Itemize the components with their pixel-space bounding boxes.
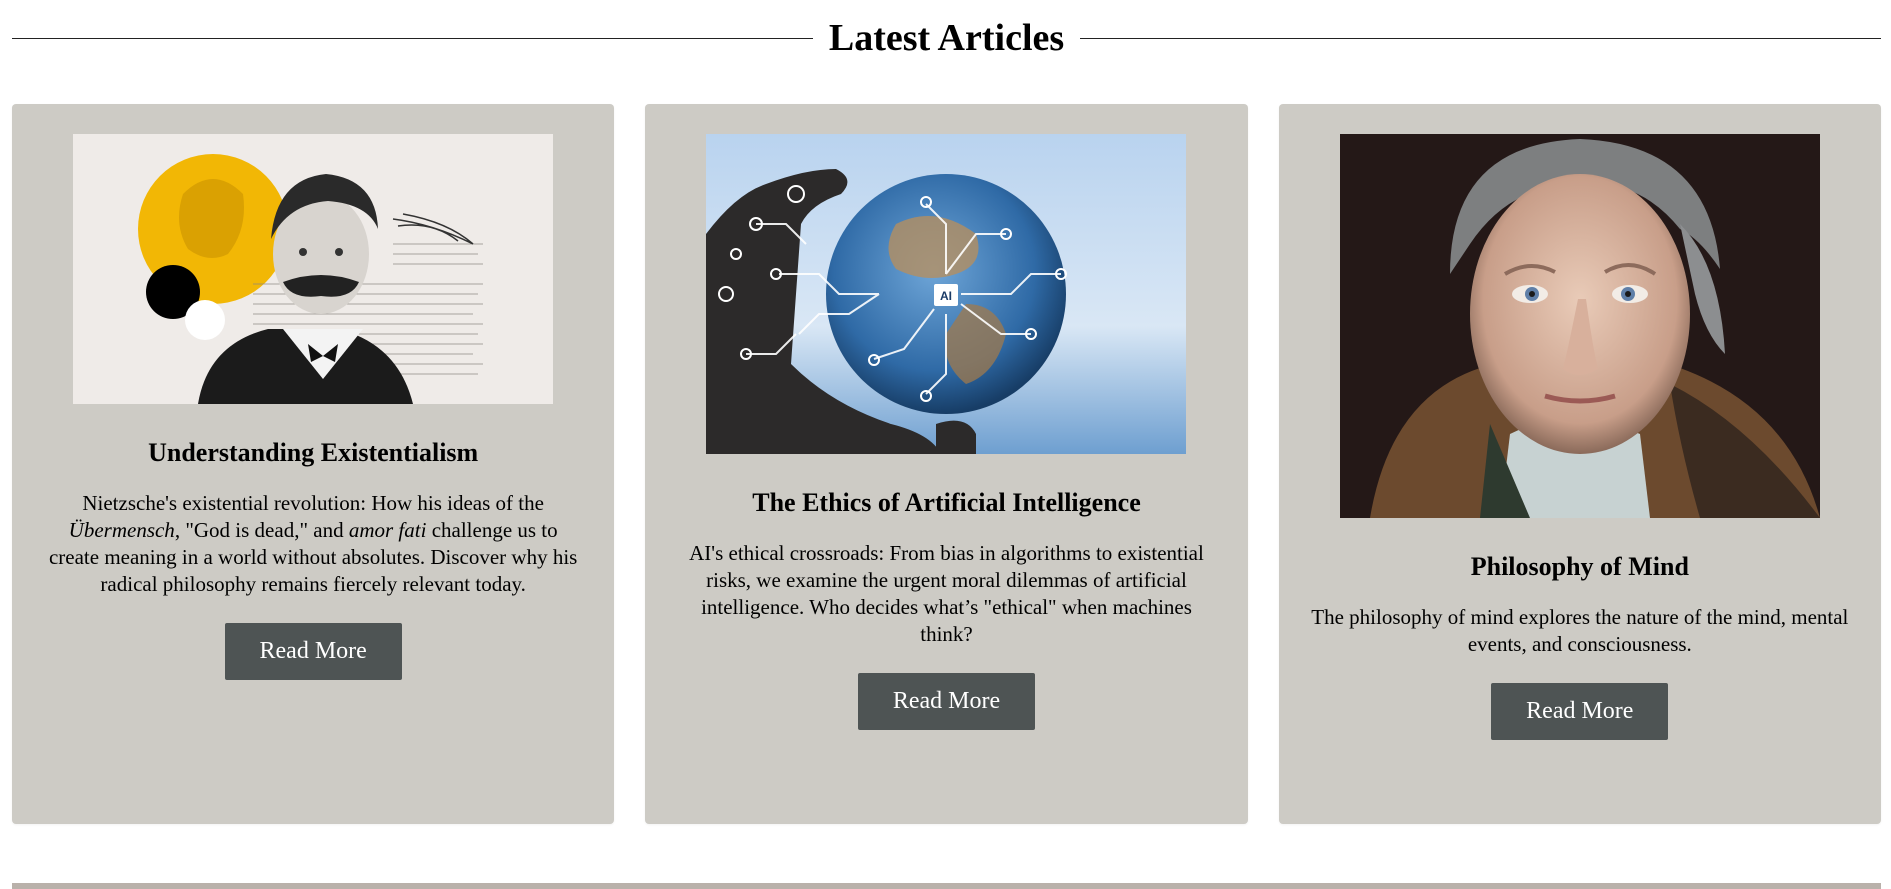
nietzsche-collage-image (73, 134, 554, 404)
article-card-ai-ethics: AI The Ethics of Artificial Intelligence… (645, 104, 1248, 824)
read-more-button[interactable]: Read More (1491, 683, 1669, 740)
card-title: Philosophy of Mind (1470, 552, 1689, 581)
card-description: AI's ethical crossroads: From bias in al… (689, 541, 1204, 646)
article-card-philosophy-of-mind: Philosophy of Mind The philosophy of min… (1278, 104, 1881, 824)
articles-grid: Understanding Existentialism Nietzsche's… (12, 104, 1881, 824)
ai-chip-label: AI (940, 289, 952, 303)
article-card-existentialism: Understanding Existentialism Nietzsche's… (12, 104, 615, 824)
header-rule-right (1080, 37, 1881, 39)
card-title: Understanding Existentialism (148, 438, 479, 467)
description-emphasis: Übermensch (68, 518, 175, 542)
read-more-button[interactable]: Read More (224, 623, 402, 680)
header-rule-left (12, 37, 813, 39)
description-text: , "God is dead," and (174, 518, 349, 542)
hegel-portrait-image (1339, 134, 1820, 518)
card-description: The philosophy of mind explores the natu… (1311, 605, 1849, 656)
card-description: Nietzsche's existential revolution: How … (42, 490, 584, 598)
description-text: Nietzsche's existential revolution: How … (82, 491, 544, 515)
ai-globe-image: AI (706, 134, 1187, 454)
description-emphasis: amor fati (348, 518, 427, 542)
section-title: Latest Articles (828, 17, 1065, 59)
section-header: Latest Articles (12, 10, 1881, 66)
card-title: The Ethics of Artificial Intelligence (752, 488, 1141, 517)
footer-strip (12, 883, 1881, 889)
read-more-button[interactable]: Read More (857, 673, 1035, 730)
